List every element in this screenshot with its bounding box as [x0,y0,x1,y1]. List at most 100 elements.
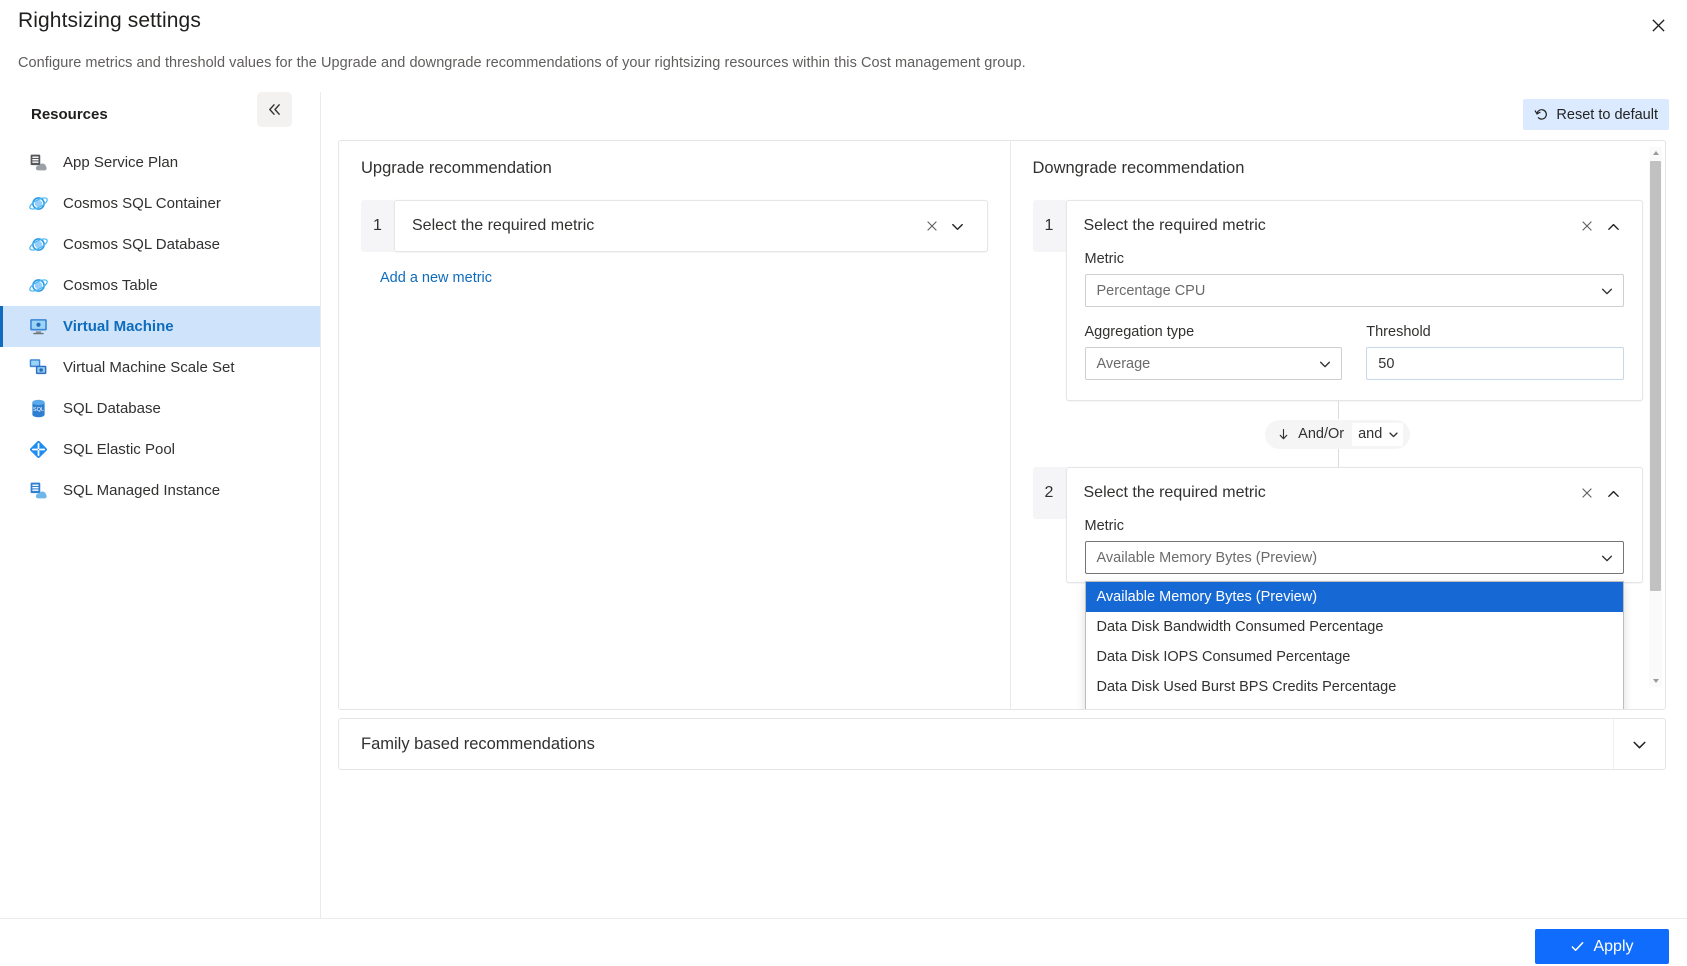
svg-text:SQL: SQL [33,407,44,413]
recommendation-panels: Upgrade recommendation 1 Select the requ… [338,140,1666,710]
metric-card-header[interactable]: Select the required metric [395,201,987,251]
sidebar-item-app-service-plan[interactable]: App Service Plan [0,142,320,183]
metric-option[interactable]: Data Disk Used Burst IO Credits Percenta… [1086,702,1624,709]
remove-metric-icon[interactable] [919,213,945,239]
metric-field-label: Metric [1085,251,1625,267]
and-or-pill: And/Or and [1265,420,1410,449]
apply-button[interactable]: Apply [1535,929,1669,964]
metric-select-value: Percentage CPU [1097,283,1206,299]
apply-label: Apply [1593,938,1633,956]
chevron-up-icon[interactable] [1600,480,1626,506]
cosmos-db-icon [28,193,49,214]
aggregation-threshold-row: Aggregation type Average [1085,324,1625,380]
upgrade-recommendation-panel: Upgrade recommendation 1 Select the requ… [339,141,1011,709]
sql-managed-instance-icon [28,480,49,501]
page-subtitle: Configure metrics and threshold values f… [18,55,1026,71]
chevron-up-icon[interactable] [1600,213,1626,239]
metric-card-body: Metric Available Memory Bytes (Preview) … [1067,518,1643,582]
sidebar-item-label: App Service Plan [63,154,178,171]
sidebar-item-sql-managed-instance[interactable]: SQL Managed Instance [0,470,320,511]
resources-sidebar: Resources [0,92,321,918]
downgrade-metric-row-1: 1 Select the required metric [1033,200,1644,401]
metric-card-header[interactable]: Select the required metric [1067,201,1643,251]
sidebar-item-virtual-machine[interactable]: Virtual Machine [0,306,320,347]
downgrade-metric-card-1: Select the required metric [1066,200,1644,401]
chevron-double-left-icon [267,102,282,117]
sidebar-item-label: Virtual Machine [63,318,174,335]
threshold-input[interactable] [1366,347,1624,380]
chevron-down-icon[interactable] [1613,719,1665,769]
sidebar-item-virtual-machine-scale-set[interactable]: Virtual Machine Scale Set [0,347,320,388]
threshold-label: Threshold [1366,324,1624,340]
sidebar-item-cosmos-sql-database[interactable]: Cosmos SQL Database [0,224,320,265]
remove-metric-icon[interactable] [1574,480,1600,506]
sidebar-item-sql-elastic-pool[interactable]: SQL Elastic Pool [0,429,320,470]
metric-field-label: Metric [1085,518,1625,534]
sql-database-icon: SQL [28,398,49,419]
metric-index: 1 [1033,200,1066,252]
sidebar-item-label: Cosmos SQL Container [63,195,221,212]
panel-scrollbar[interactable] [1649,147,1662,687]
metric-option[interactable]: Data Disk IOPS Consumed Percentage [1086,642,1624,672]
scroll-down-icon[interactable] [1649,675,1662,687]
metric-card-header[interactable]: Select the required metric [1067,468,1643,518]
metric-card-title: Select the required metric [1084,217,1575,235]
family-based-recommendations-row[interactable]: Family based recommendations [338,718,1666,770]
remove-metric-icon[interactable] [1574,213,1600,239]
sidebar-title: Resources [31,106,108,123]
threshold-group: Threshold [1366,324,1624,380]
chevron-down-icon [1318,357,1332,371]
metric-index: 2 [1033,467,1066,519]
reset-icon [1534,107,1549,122]
scroll-up-icon[interactable] [1649,147,1662,159]
sidebar-item-label: SQL Elastic Pool [63,441,175,458]
metric-select-value: Available Memory Bytes (Preview) [1097,550,1318,566]
resource-nav-list: App Service Plan Cosmos SQL Container [0,142,320,511]
chevron-down-icon[interactable] [945,213,971,239]
close-icon[interactable] [1641,8,1675,42]
and-or-value: and [1358,426,1382,442]
reset-to-default-button[interactable]: Reset to default [1523,99,1669,130]
virtual-machine-icon [28,316,49,337]
metric-option[interactable]: Data Disk Bandwidth Consumed Percentage [1086,612,1624,642]
cosmos-db-icon [28,234,49,255]
aggregation-type-select[interactable]: Average [1085,347,1343,380]
metric-option[interactable]: Available Memory Bytes (Preview) [1086,582,1624,612]
sidebar-item-cosmos-table[interactable]: Cosmos Table [0,265,320,306]
sidebar-item-label: Cosmos Table [63,277,158,294]
sidebar-item-label: SQL Database [63,400,161,417]
collapse-sidebar-button[interactable] [257,92,292,127]
sidebar-item-label: Cosmos SQL Database [63,236,220,253]
and-or-select[interactable]: and [1352,423,1403,446]
metric-option[interactable]: Data Disk Used Burst BPS Credits Percent… [1086,672,1624,702]
add-a-new-metric-link[interactable]: Add a new metric [380,270,492,286]
metric-index: 1 [361,200,394,252]
metric-card-title: Select the required metric [412,217,919,235]
downgrade-metric-row-2: 2 Select the required metric [1033,467,1644,583]
chevron-down-icon [1600,551,1614,565]
sidebar-item-label: Virtual Machine Scale Set [63,359,234,376]
vm-scale-set-icon [28,357,49,378]
sidebar-item-cosmos-sql-container[interactable]: Cosmos SQL Container [0,183,320,224]
page-title: Rightsizing settings [18,9,201,33]
aggregation-type-label: Aggregation type [1085,324,1343,340]
metric-options-dropdown[interactable]: Available Memory Bytes (Preview)Data Dis… [1085,581,1625,709]
metric-select[interactable]: Available Memory Bytes (Preview) [1085,541,1625,574]
and-or-connector: And/Or and [1033,401,1644,467]
scrollbar-thumb[interactable] [1650,161,1661,591]
sidebar-item-label: SQL Managed Instance [63,482,220,499]
upgrade-metric-row: 1 Select the required metric [361,200,988,252]
chevron-down-icon [1600,284,1614,298]
reset-to-default-label: Reset to default [1556,107,1658,123]
metric-select[interactable]: Percentage CPU [1085,274,1625,307]
rightsizing-settings-dialog: Rightsizing settings Configure metrics a… [0,0,1687,966]
metric-card-body: Metric Percentage CPU Aggregatio [1067,251,1643,400]
downgrade-metric-card-2: Select the required metric [1066,467,1644,583]
and-or-label: And/Or [1298,426,1344,442]
downgrade-panel-title: Downgrade recommendation [1033,159,1644,178]
app-service-plan-icon [28,152,49,173]
chevron-down-icon [1388,429,1399,440]
check-icon [1570,939,1585,954]
sidebar-item-sql-database[interactable]: SQL SQL Database [0,388,320,429]
footer-divider [0,918,1687,919]
